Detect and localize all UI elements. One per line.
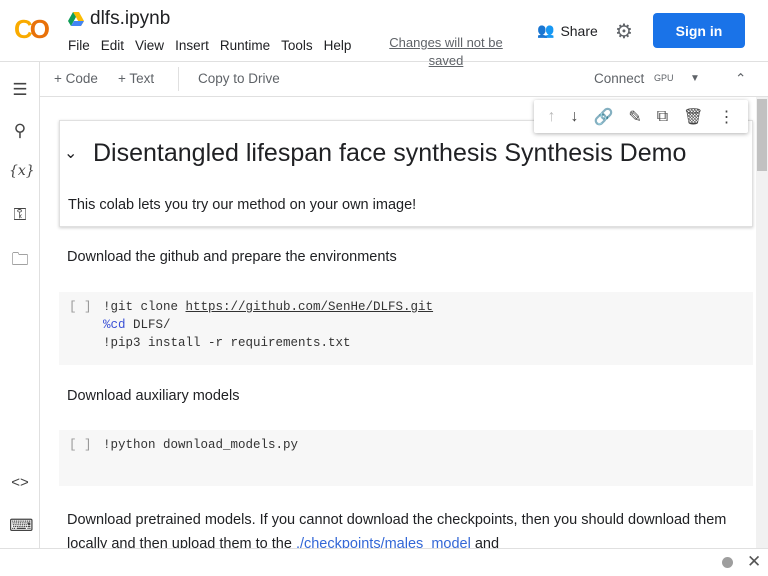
key-icon[interactable]: ⚿: [9, 205, 31, 225]
variables-icon[interactable]: {x}: [9, 163, 35, 179]
menu-edit[interactable]: Edit: [101, 38, 124, 53]
text-cell-pretrained: Download pretrained models. If you canno…: [67, 508, 747, 548]
connect-button[interactable]: Connect: [594, 71, 644, 86]
checkpoints-link[interactable]: ./checkpoints/males_model: [296, 536, 471, 548]
scrollbar[interactable]: [756, 97, 768, 548]
edit-pencil-icon[interactable]: ✎: [628, 107, 641, 127]
share-button[interactable]: 👥 Share: [537, 22, 598, 39]
connect-dropdown-icon[interactable]: ▼: [690, 73, 700, 84]
code-link[interactable]: https://github.com/SenHe/DLFS.git: [186, 300, 434, 314]
code-text: !git clone: [103, 300, 186, 314]
magic-command: %cd: [103, 318, 126, 332]
code-cell-clone[interactable]: [ ] !git clone https://github.com/SenHe/…: [59, 292, 753, 365]
text-cell-env: Download the github and prepare the envi…: [67, 249, 397, 265]
notebook-content: ⌄ Disentangled lifespan face synthesis S…: [40, 97, 756, 548]
menu-bar: File Edit View Insert Runtime Tools Help: [68, 38, 351, 53]
people-icon: 👥: [537, 22, 555, 38]
menu-tools[interactable]: Tools: [281, 38, 313, 53]
gpu-label: GPU: [654, 73, 674, 83]
menu-insert[interactable]: Insert: [175, 38, 209, 53]
close-icon[interactable]: ✕: [747, 552, 761, 572]
delete-icon[interactable]: 🗑: [683, 107, 703, 127]
gear-icon[interactable]: ⚙: [615, 19, 633, 44]
menu-view[interactable]: View: [135, 38, 164, 53]
table-of-contents-icon[interactable]: ☰: [9, 80, 31, 100]
chevron-down-icon[interactable]: ⌄: [64, 143, 77, 163]
scrollbar-thumb[interactable]: [757, 99, 767, 171]
colab-logo[interactable]: CO: [14, 14, 50, 45]
folder-icon[interactable]: 🗀: [9, 247, 31, 276]
sign-in-button[interactable]: Sign in: [653, 13, 745, 48]
link-icon[interactable]: 🔗: [593, 107, 613, 127]
notebook-heading: Disentangled lifespan face synthesis Syn…: [93, 139, 687, 167]
code-text: !python download_models.py: [103, 438, 299, 452]
code-cell-download[interactable]: [ ] !python download_models.py: [59, 430, 753, 486]
text-cell-aux: Download auxiliary models: [67, 388, 240, 404]
mirror-cell-icon[interactable]: ⧉: [657, 108, 668, 126]
run-cell-button[interactable]: [ ]: [69, 436, 92, 454]
sidebar: ☰ ⚲ {x} ⚿ 🗀 <> ⌨: [0, 62, 40, 548]
more-options-icon[interactable]: ⋮: [718, 107, 734, 127]
intro-text: This colab lets you try our method on yo…: [68, 197, 417, 213]
add-code-button[interactable]: + Code: [54, 71, 98, 86]
code-snippets-icon[interactable]: <>: [9, 474, 31, 491]
text-cell-title[interactable]: ⌄ Disentangled lifespan face synthesis S…: [59, 120, 753, 227]
collapse-header-icon[interactable]: ⌃: [735, 71, 746, 87]
run-cell-button[interactable]: [ ]: [69, 298, 92, 316]
menu-runtime[interactable]: Runtime: [220, 38, 270, 53]
menu-help[interactable]: Help: [324, 38, 352, 53]
header: CO dlfs.ipynb File Edit View Insert Runt…: [0, 0, 768, 68]
notebook-toolbar: + Code + Text Copy to Drive Connect GPU …: [40, 62, 768, 97]
share-label: Share: [560, 22, 598, 39]
code-text: !pip3 install -r requirements.txt: [103, 336, 351, 350]
text: and: [470, 536, 500, 548]
filename[interactable]: dlfs.ipynb: [90, 8, 170, 30]
google-drive-icon: [68, 12, 84, 26]
search-icon[interactable]: ⚲: [9, 121, 31, 141]
add-text-button[interactable]: + Text: [118, 71, 154, 86]
status-bar: ✕: [0, 548, 768, 576]
menu-file[interactable]: File: [68, 38, 90, 53]
cell-toolbar: ↑ ↓ 🔗 ✎ ⧉ 🗑 ⋮: [534, 100, 748, 133]
divider: [178, 67, 179, 91]
status-dot-icon: [722, 557, 733, 568]
move-up-icon[interactable]: ↑: [547, 108, 555, 126]
notebook-title: dlfs.ipynb: [68, 8, 170, 30]
copy-to-drive-button[interactable]: Copy to Drive: [198, 71, 280, 86]
move-down-icon[interactable]: ↓: [570, 108, 578, 126]
code-text: DLFS/: [125, 318, 171, 332]
terminal-icon[interactable]: ⌨: [9, 516, 34, 536]
